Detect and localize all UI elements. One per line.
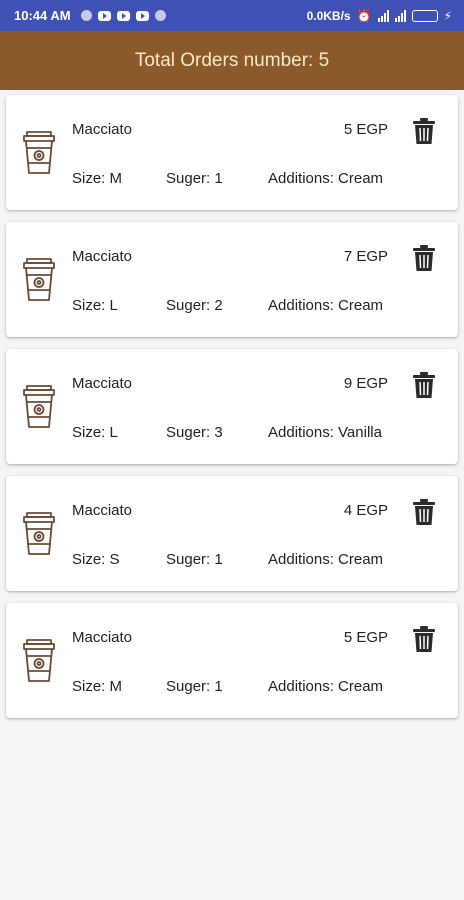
order-name: Macciato: [72, 121, 133, 138]
order-additions: Additions: Cream: [268, 551, 384, 568]
order-sugar: Suger: 1: [166, 551, 223, 568]
battery-icon: [411, 9, 438, 22]
order-price: 5 EGP: [343, 121, 388, 138]
notification-dot-icon: [154, 10, 166, 21]
order-name: Macciato: [72, 248, 133, 265]
status-time: 10:44 AM: [14, 8, 71, 23]
order-card[interactable]: Macciato 9 EGP Size: L Suger: 3 Addition…: [6, 349, 458, 464]
order-additions: Additions: Cream: [268, 297, 384, 314]
order-size: Size: S: [72, 551, 120, 568]
trash-icon[interactable]: [412, 244, 436, 272]
coffee-cup-icon: [23, 512, 55, 555]
order-additions: Additions: Cream: [268, 678, 384, 695]
alarm-icon: ⏰: [356, 8, 372, 23]
order-price: 7 EGP: [343, 248, 388, 265]
order-name: Macciato: [72, 502, 133, 519]
coffee-cup-icon: [23, 385, 55, 428]
order-price: 9 EGP: [343, 375, 388, 392]
coffee-cup-icon: [23, 258, 55, 301]
order-price: 4 EGP: [343, 502, 388, 519]
order-additions: Additions: Cream: [268, 170, 384, 187]
order-size: Size: L: [72, 424, 118, 441]
charging-icon: ⚡: [443, 8, 452, 23]
status-bar: 10:44 AM 0.0KB/s ⏰ ⚡: [0, 0, 464, 31]
trash-icon[interactable]: [412, 117, 436, 145]
order-name: Macciato: [72, 375, 133, 392]
youtube-notification-icon: [116, 10, 130, 21]
trash-icon[interactable]: [412, 371, 436, 399]
order-card[interactable]: Macciato 5 EGP Size: M Suger: 1 Addition…: [6, 95, 458, 210]
order-card[interactable]: Macciato 4 EGP Size: S Suger: 1 Addition…: [6, 476, 458, 591]
order-sugar: Suger: 1: [166, 678, 223, 695]
status-right: 0.0KB/s ⏰ ⚡: [307, 9, 452, 23]
status-left: 10:44 AM: [14, 8, 166, 23]
trash-icon[interactable]: [412, 625, 436, 653]
order-name: Macciato: [72, 629, 133, 646]
order-size: Size: M: [72, 170, 123, 187]
network-speed: 0.0KB/s: [306, 8, 351, 23]
coffee-cup-icon: [23, 639, 55, 682]
app-bar: Total Orders number: 5: [0, 31, 464, 90]
order-sugar: Suger: 3: [166, 424, 223, 441]
youtube-notification-icon: [135, 10, 149, 21]
order-size: Size: L: [72, 297, 118, 314]
cell-signal-icon: [394, 9, 406, 22]
coffee-cup-icon: [23, 131, 55, 174]
notification-dot-icon: [80, 10, 92, 21]
order-sugar: Suger: 2: [166, 297, 223, 314]
cell-signal-icon: [377, 9, 389, 22]
order-card[interactable]: Macciato 7 EGP Size: L Suger: 2 Addition…: [6, 222, 458, 337]
page-title: Total Orders number: 5: [134, 49, 330, 71]
order-card[interactable]: Macciato 5 EGP Size: M Suger: 1 Addition…: [6, 603, 458, 718]
orders-list: Macciato 5 EGP Size: M Suger: 1 Addition…: [6, 95, 458, 730]
order-sugar: Suger: 1: [166, 170, 223, 187]
youtube-notification-icon: [97, 10, 111, 21]
order-additions: Additions: Vanilla: [268, 424, 382, 441]
order-size: Size: M: [72, 678, 123, 695]
trash-icon[interactable]: [412, 498, 436, 526]
order-price: 5 EGP: [343, 629, 388, 646]
